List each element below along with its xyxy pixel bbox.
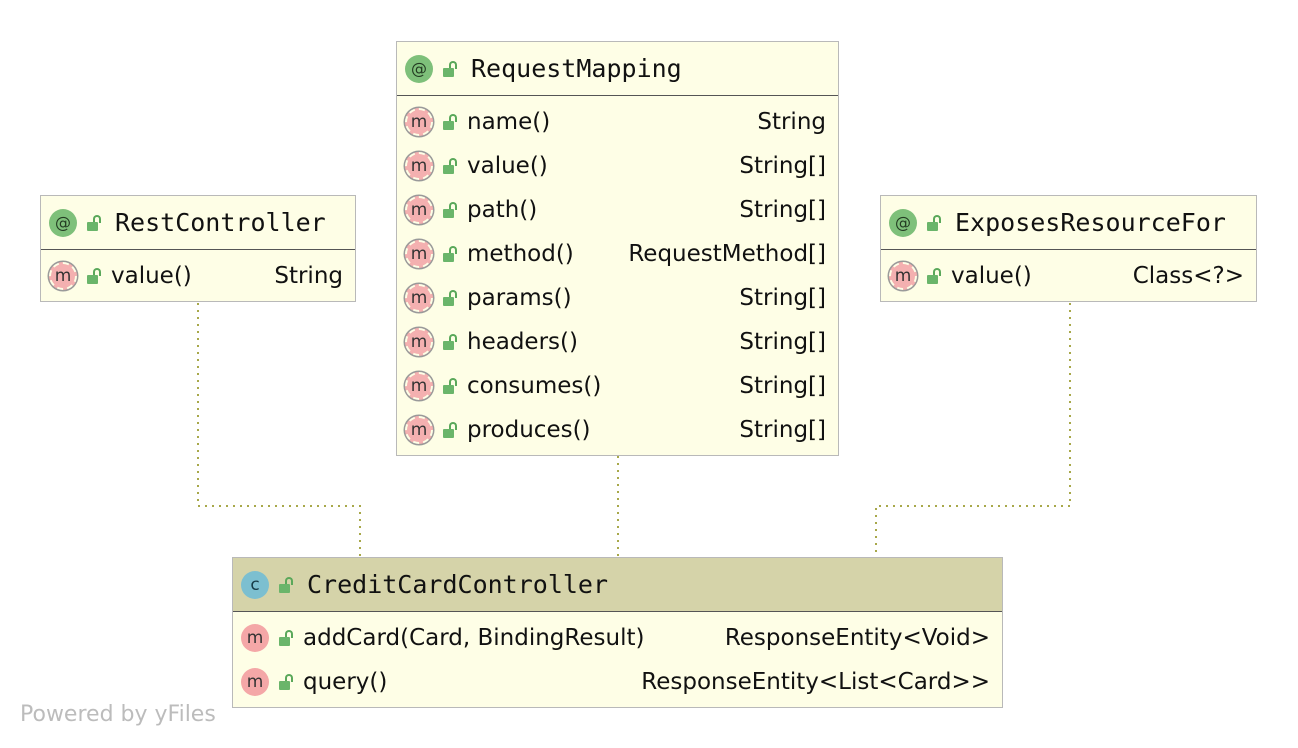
member-row: m produces() String[]: [397, 408, 838, 452]
method-icon: m: [405, 416, 433, 444]
public-lock-icon: [443, 290, 457, 306]
node-request-mapping[interactable]: @ RequestMapping m name() String m value…: [396, 41, 839, 456]
annotation-icon: @: [889, 208, 917, 237]
member-type: String[]: [739, 373, 826, 399]
method-icon: m: [405, 240, 433, 268]
public-lock-icon: [443, 60, 457, 77]
member-type: String[]: [739, 153, 826, 179]
public-lock-icon: [87, 268, 101, 284]
public-lock-icon: [87, 214, 101, 231]
member-row: m consumes() String[]: [397, 364, 838, 408]
public-lock-icon: [443, 114, 457, 130]
annotation-icon: @: [49, 208, 77, 237]
public-lock-icon: [443, 334, 457, 350]
node-rest-controller[interactable]: @ RestController m value() String: [40, 195, 356, 302]
member-name: value(): [951, 263, 1032, 289]
method-icon: m: [889, 262, 917, 290]
member-row: m headers() String[]: [397, 320, 838, 364]
member-type: String[]: [739, 417, 826, 443]
public-lock-icon: [927, 268, 941, 284]
method-icon: m: [49, 262, 77, 290]
node-header: @ ExposesResourceFor: [881, 196, 1256, 250]
member-name: addCard(Card, BindingResult): [303, 625, 645, 651]
member-type: String: [757, 109, 826, 135]
node-title: ExposesResourceFor: [955, 208, 1226, 237]
member-row: m addCard(Card, BindingResult) ResponseE…: [233, 616, 1002, 660]
method-icon: m: [405, 328, 433, 356]
member-row: m value() Class<?>: [881, 254, 1256, 298]
member-row: m name() String: [397, 100, 838, 144]
node-credit-card-controller[interactable]: c CreditCardController m addCard(Card, B…: [232, 557, 1003, 708]
method-icon: m: [405, 284, 433, 312]
node-header: @ RestController: [41, 196, 355, 250]
method-icon: m: [405, 152, 433, 180]
member-name: path(): [467, 197, 538, 223]
public-lock-icon: [443, 158, 457, 174]
public-lock-icon: [279, 674, 293, 690]
node-exposes-resource-for[interactable]: @ ExposesResourceFor m value() Class<?>: [880, 195, 1257, 302]
member-type: String[]: [739, 329, 826, 355]
annotation-icon: @: [405, 54, 433, 83]
member-row: m method() RequestMethod[]: [397, 232, 838, 276]
node-header: c CreditCardController: [233, 558, 1002, 612]
method-icon: m: [405, 108, 433, 136]
method-icon: m: [241, 668, 269, 696]
member-name: query(): [303, 669, 388, 695]
member-type: String: [274, 263, 343, 289]
member-type: String[]: [739, 285, 826, 311]
member-name: produces(): [467, 417, 591, 443]
public-lock-icon: [927, 214, 941, 231]
node-title: RestController: [115, 208, 326, 237]
member-name: consumes(): [467, 373, 602, 399]
node-title: CreditCardController: [307, 570, 609, 599]
class-icon: c: [241, 570, 269, 599]
member-name: value(): [467, 153, 548, 179]
member-name: params(): [467, 285, 572, 311]
member-type: String[]: [739, 197, 826, 223]
member-row: m query() ResponseEntity<List<Card>>: [233, 660, 1002, 704]
member-name: method(): [467, 241, 574, 267]
member-row: m path() String[]: [397, 188, 838, 232]
public-lock-icon: [443, 422, 457, 438]
watermark: Powered by yFiles: [20, 702, 216, 727]
method-icon: m: [405, 372, 433, 400]
node-header: @ RequestMapping: [397, 42, 838, 96]
public-lock-icon: [443, 202, 457, 218]
edge-restcontroller-to-creditcardcontroller: [197, 303, 361, 556]
member-name: value(): [111, 263, 192, 289]
node-title: RequestMapping: [471, 54, 682, 83]
method-icon: m: [241, 624, 269, 652]
public-lock-icon: [279, 630, 293, 646]
member-type: Class<?>: [1132, 263, 1244, 289]
public-lock-icon: [279, 576, 293, 593]
member-row: m value() String: [41, 254, 355, 298]
public-lock-icon: [443, 246, 457, 262]
member-row: m value() String[]: [397, 144, 838, 188]
public-lock-icon: [443, 378, 457, 394]
edge-exposesresourcefor-to-creditcardcontroller: [875, 303, 1071, 556]
member-type: ResponseEntity<List<Card>>: [641, 669, 990, 695]
member-type: RequestMethod[]: [628, 241, 826, 267]
method-icon: m: [405, 196, 433, 224]
member-name: name(): [467, 109, 551, 135]
member-name: headers(): [467, 329, 578, 355]
member-row: m params() String[]: [397, 276, 838, 320]
member-type: ResponseEntity<Void>: [724, 625, 990, 651]
